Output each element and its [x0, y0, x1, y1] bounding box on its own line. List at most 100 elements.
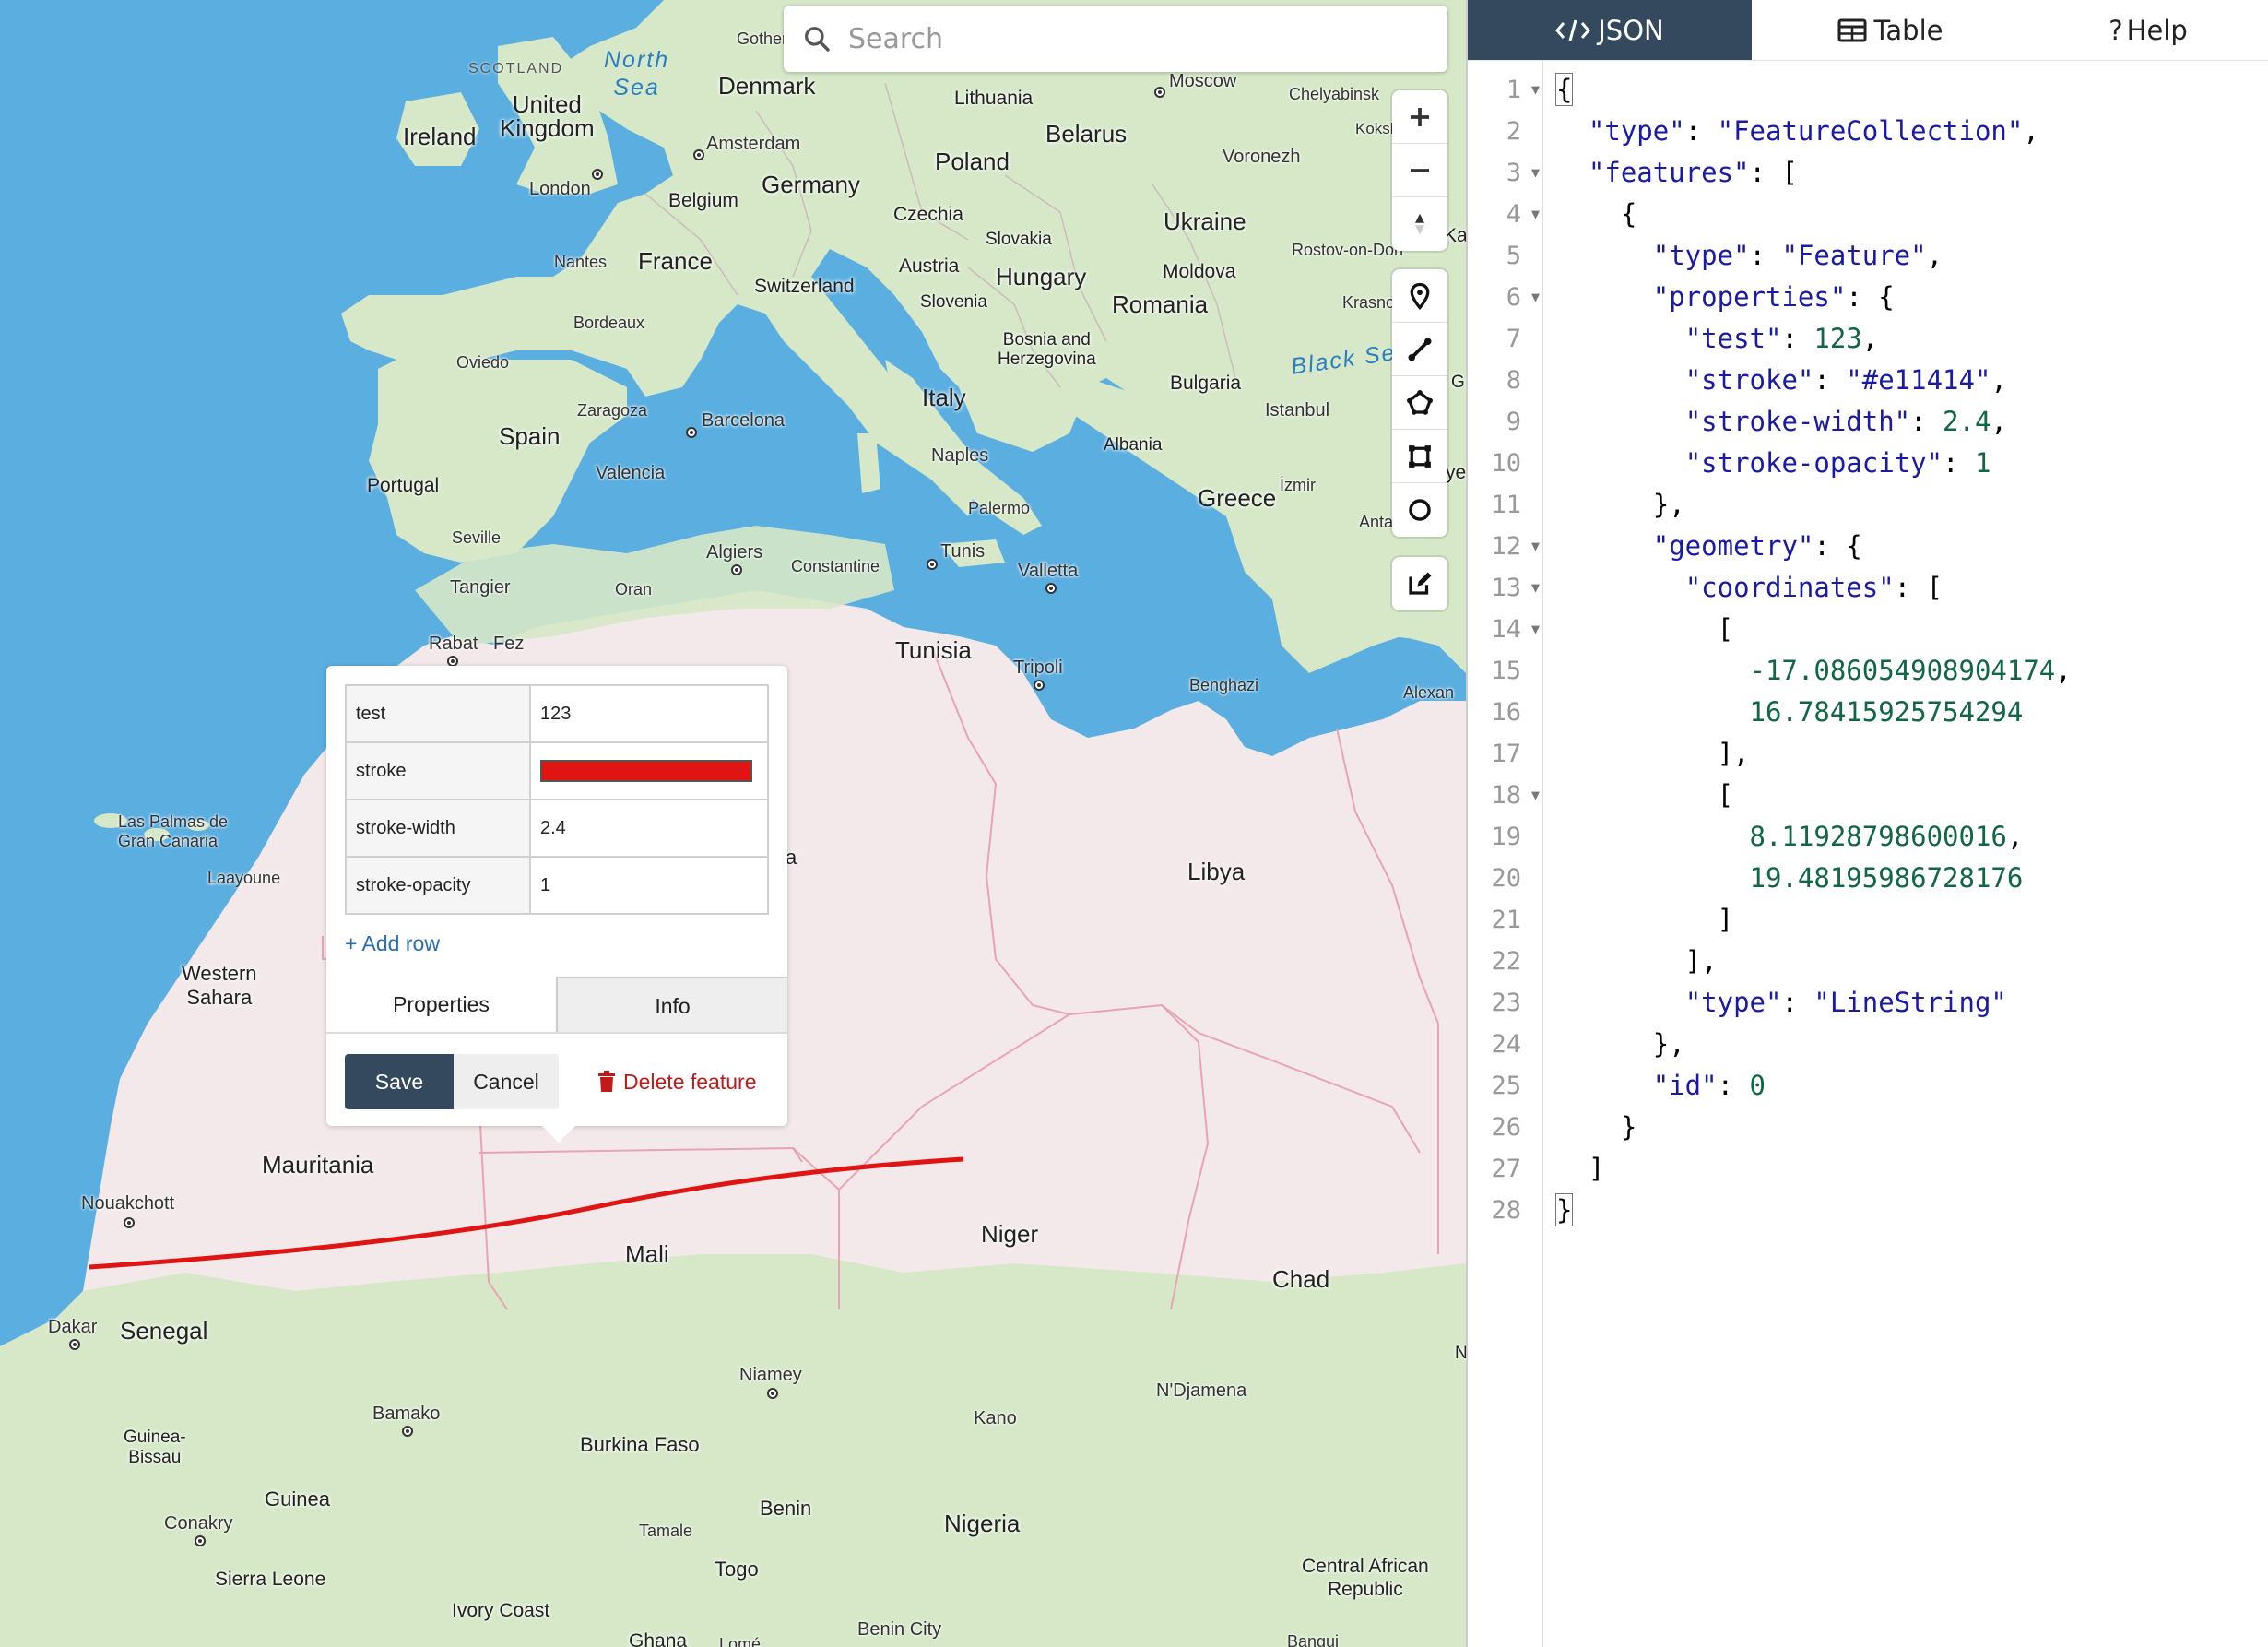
city-label: Istanbul	[1265, 400, 1330, 421]
city-label: Seville	[452, 528, 502, 547]
map-canvas[interactable]: North Sea Black Se SCOTLAND Ireland Unite…	[0, 0, 1466, 1647]
search-input[interactable]	[848, 22, 1447, 55]
property-key[interactable]: stroke-opacity	[345, 856, 531, 915]
draw-point-button[interactable]	[1392, 269, 1447, 323]
compass-button[interactable]	[1392, 197, 1447, 251]
property-value[interactable]: 123	[529, 684, 769, 743]
draw-rectangle-button[interactable]	[1392, 430, 1447, 483]
tab-info[interactable]: Info	[556, 977, 787, 1032]
circle-icon	[1409, 499, 1431, 521]
code-line[interactable]: [	[1556, 775, 1733, 816]
property-value[interactable]: 2.4	[529, 799, 769, 858]
country-label: Hungary	[996, 263, 1087, 290]
json-editor[interactable]: 1 ▼ 2 3 ▼ 4 ▼ 5 6 ▼ 7 8 9 10 11 12 ▼ 13 ▼ 14 ▼ 15 16 17 18 ▼ 19 20 2…	[1468, 61, 2268, 1647]
code-line[interactable]: "geometry": {	[1556, 526, 1862, 567]
delete-feature-button[interactable]: Delete feature	[597, 1070, 756, 1095]
property-key[interactable]: stroke-width	[345, 799, 531, 858]
fold-toggle-icon[interactable]: ▼	[1531, 277, 1540, 318]
code-line[interactable]: "coordinates": [	[1556, 567, 1943, 609]
country-label: ye	[1446, 462, 1466, 483]
line-icon	[1408, 338, 1432, 361]
code-line[interactable]: }	[1556, 1107, 1636, 1148]
code-line[interactable]: -17.086054908904174,	[1556, 650, 2072, 692]
code-line[interactable]: "type": "FeatureCollection",	[1556, 111, 2039, 152]
line-number: 10	[1468, 443, 1543, 484]
city-marker	[195, 1535, 206, 1546]
fold-toggle-icon[interactable]: ▼	[1531, 194, 1540, 235]
code-line[interactable]: 8.11928798600016,	[1556, 816, 2024, 858]
city-label: Tripoli	[1013, 658, 1063, 678]
country-label: Central African Republic	[1302, 1556, 1429, 1600]
property-value-color[interactable]	[529, 741, 769, 800]
tab-json[interactable]: JSON	[1468, 0, 1752, 60]
property-key[interactable]: stroke	[345, 741, 531, 800]
draw-line-button[interactable]	[1392, 323, 1447, 376]
fold-toggle-icon[interactable]: ▼	[1531, 567, 1540, 609]
code-line[interactable]: {	[1556, 194, 1636, 235]
code-line[interactable]: }	[1554, 1190, 1574, 1231]
code-line[interactable]: "features": [	[1556, 152, 1798, 194]
search-bar[interactable]	[784, 6, 1447, 72]
code-line[interactable]: "test": 123,	[1556, 318, 1879, 360]
code-line[interactable]: },	[1556, 484, 1685, 526]
code-line[interactable]: "type": "Feature",	[1556, 235, 1943, 277]
city-label: Fez	[493, 634, 525, 654]
code-line[interactable]: "stroke": "#e11414",	[1556, 360, 2007, 401]
question-icon: ?	[2109, 14, 2123, 46]
property-key[interactable]: test	[345, 684, 531, 743]
fold-toggle-icon[interactable]: ▼	[1531, 609, 1540, 650]
code-line[interactable]: ],	[1556, 733, 1750, 775]
code-line[interactable]: "properties": {	[1556, 277, 1895, 318]
code-line[interactable]: "id": 0	[1556, 1065, 1766, 1107]
code-line[interactable]: {	[1554, 69, 1574, 111]
code-line[interactable]: [	[1556, 609, 1733, 650]
line-number: 2	[1468, 111, 1543, 152]
line-number-text: 1	[1506, 76, 1521, 104]
zoom-in-button[interactable]	[1392, 90, 1447, 144]
fold-toggle-icon[interactable]: ▼	[1531, 526, 1540, 567]
city-label: Alexan	[1403, 683, 1455, 702]
country-label: Libya	[1187, 858, 1246, 885]
cancel-button[interactable]: Cancel	[454, 1054, 559, 1109]
color-swatch[interactable]	[540, 760, 752, 782]
draw-circle-button[interactable]	[1392, 483, 1447, 537]
table-row: test 123	[345, 684, 769, 743]
draw-polygon-button[interactable]	[1392, 376, 1447, 430]
add-row-link[interactable]: + Add row	[345, 931, 440, 956]
map-pin-icon	[1410, 282, 1430, 310]
tab-table[interactable]: Table	[1752, 0, 2028, 60]
fold-toggle-icon[interactable]: ▼	[1531, 775, 1540, 816]
country-label: Niger	[981, 1220, 1039, 1248]
line-number-text: 4	[1506, 200, 1521, 229]
zoom-out-button[interactable]	[1392, 144, 1447, 197]
country-label: N	[1455, 1344, 1466, 1363]
line-number-text: 19	[1491, 823, 1521, 851]
region-label-scotland: SCOTLAND	[468, 61, 564, 77]
city-marker	[1045, 583, 1057, 594]
city-label: Tamale	[639, 1522, 693, 1540]
code-line[interactable]: ]	[1556, 1148, 1604, 1190]
line-number: 25	[1468, 1065, 1543, 1107]
line-number: 27	[1468, 1148, 1543, 1190]
code-line[interactable]: },	[1556, 1024, 1685, 1065]
code-line[interactable]: 16.78415925754294	[1556, 692, 2024, 733]
code-line[interactable]: 19.48195986728176	[1556, 858, 2024, 899]
property-value[interactable]: 1	[529, 856, 769, 915]
code-line[interactable]: ],	[1556, 941, 1718, 982]
table-icon	[1837, 18, 1866, 41]
city-marker	[767, 1388, 778, 1399]
line-number: 24	[1468, 1024, 1543, 1065]
code-line[interactable]: ]	[1556, 899, 1733, 941]
code-line[interactable]: "stroke-width": 2.4,	[1556, 401, 2007, 443]
fold-toggle-icon[interactable]: ▼	[1531, 69, 1540, 111]
fold-toggle-icon[interactable]: ▼	[1531, 152, 1540, 194]
tab-help[interactable]: ? Help	[2028, 0, 2268, 60]
city-label: Lomé	[719, 1635, 762, 1647]
sea-label-north-sea: North Sea	[604, 47, 670, 101]
line-number-text: 23	[1491, 989, 1521, 1017]
edit-features-button[interactable]	[1392, 557, 1447, 610]
save-button[interactable]: Save	[345, 1054, 454, 1109]
code-line[interactable]: "type": "LineString"	[1556, 982, 2007, 1024]
code-line[interactable]: "stroke-opacity": 1	[1556, 443, 1991, 484]
tab-properties[interactable]: Properties	[326, 977, 556, 1032]
